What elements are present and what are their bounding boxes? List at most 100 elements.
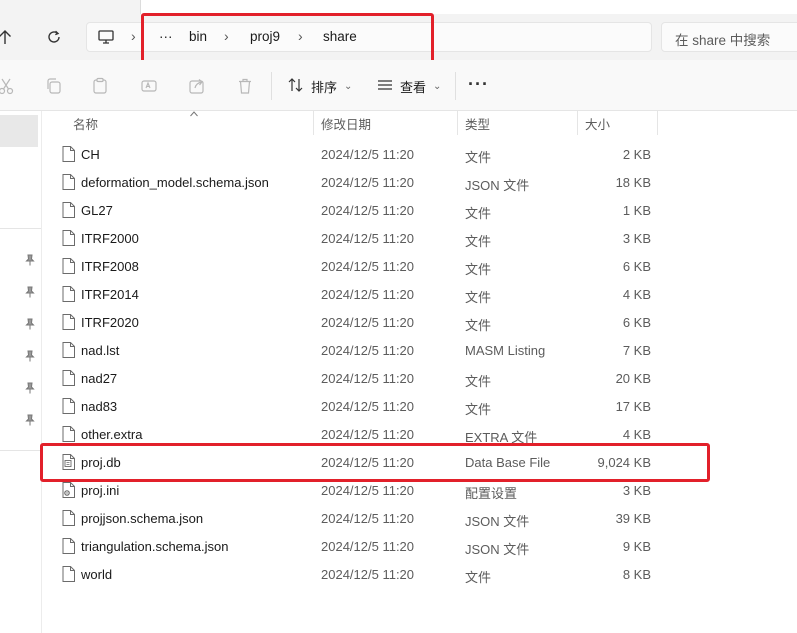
command-toolbar: 排序 ⌄ 查看 ⌄ ··· bbox=[0, 60, 797, 111]
file-name: nad27 bbox=[81, 371, 118, 386]
cut-icon[interactable] bbox=[0, 76, 16, 96]
file-icon bbox=[62, 314, 75, 330]
pin-icon[interactable] bbox=[24, 381, 36, 395]
file-name: ITRF2020 bbox=[81, 315, 139, 330]
breadcrumb-overflow[interactable]: ··· bbox=[159, 29, 173, 44]
chevron-down-icon: ⌄ bbox=[433, 80, 442, 92]
file-modified-date: 2024/12/5 11:20 bbox=[321, 371, 415, 386]
file-row[interactable]: GL27 2024/12/5 11:20 文件 1 KB bbox=[42, 196, 797, 224]
pin-icon[interactable] bbox=[24, 285, 36, 299]
share-icon[interactable] bbox=[187, 76, 207, 96]
delete-icon[interactable] bbox=[235, 76, 255, 96]
file-name: projjson.schema.json bbox=[81, 511, 204, 526]
file-size: 6 KB bbox=[622, 315, 651, 330]
toolbar-divider bbox=[271, 72, 272, 100]
file-row[interactable]: nad27 2024/12/5 11:20 文件 20 KB bbox=[42, 364, 797, 392]
search-input[interactable]: 在 share 中搜索 bbox=[661, 22, 797, 52]
file-name: proj.db bbox=[81, 455, 121, 470]
toolbar-divider bbox=[455, 72, 456, 100]
rename-icon[interactable] bbox=[139, 76, 159, 96]
column-divider[interactable] bbox=[657, 111, 658, 135]
view-button[interactable]: 查看 ⌄ bbox=[377, 76, 441, 96]
file-type: EXTRA 文件 bbox=[465, 430, 538, 445]
file-icon bbox=[62, 398, 75, 414]
pin-icon[interactable] bbox=[24, 253, 36, 267]
file-type: 文件 bbox=[465, 234, 492, 249]
pin-icon[interactable] bbox=[24, 349, 36, 363]
column-header-modified[interactable]: 修改日期 bbox=[321, 114, 371, 133]
breadcrumb-bin[interactable]: bin bbox=[189, 29, 207, 44]
file-type: 文件 bbox=[465, 290, 492, 305]
column-header-size[interactable]: 大小 bbox=[585, 114, 610, 133]
active-tab[interactable] bbox=[140, 0, 797, 14]
file-name: triangulation.schema.json bbox=[81, 539, 229, 554]
file-size: 2 KB bbox=[622, 147, 651, 162]
file-row[interactable]: projjson.schema.json 2024/12/5 11:20 JSON … bbox=[42, 504, 797, 532]
sort-icon bbox=[288, 77, 304, 95]
file-size: 1 KB bbox=[622, 203, 651, 218]
pin-icon[interactable] bbox=[24, 317, 36, 331]
address-bar[interactable]: › ··· bin › proj9 › share bbox=[86, 22, 652, 52]
file-type: JSON 文件 bbox=[465, 178, 530, 193]
file-row[interactable]: proj.ini 2024/12/5 11:20 配置设置 3 KB bbox=[42, 476, 797, 504]
navigation-bar: › ··· bin › proj9 › share 在 share 中搜索 bbox=[0, 14, 797, 60]
file-type: 配置设置 bbox=[465, 486, 518, 501]
file-row[interactable]: CH 2024/12/5 11:20 文件 2 KB bbox=[42, 140, 797, 168]
up-arrow-icon[interactable] bbox=[0, 26, 16, 48]
file-type: MASM Listing bbox=[465, 343, 546, 358]
breadcrumb-proj9[interactable]: proj9 bbox=[250, 29, 280, 44]
column-header-type[interactable]: 类型 bbox=[465, 114, 490, 133]
file-modified-date: 2024/12/5 11:20 bbox=[321, 455, 415, 470]
file-modified-date: 2024/12/5 11:20 bbox=[321, 511, 415, 526]
computer-icon bbox=[95, 26, 117, 48]
file-modified-date: 2024/12/5 11:20 bbox=[321, 315, 415, 330]
paste-icon[interactable] bbox=[90, 76, 110, 96]
file-type: JSON 文件 bbox=[465, 542, 530, 557]
more-options-button[interactable]: ··· bbox=[468, 74, 489, 95]
file-size: 39 KB bbox=[615, 511, 651, 526]
file-row[interactable]: nad83 2024/12/5 11:20 文件 17 KB bbox=[42, 392, 797, 420]
file-name: ITRF2014 bbox=[81, 287, 139, 302]
file-type: JSON 文件 bbox=[465, 514, 530, 529]
column-divider[interactable] bbox=[457, 111, 458, 135]
file-icon bbox=[62, 566, 75, 582]
file-size: 3 KB bbox=[622, 231, 651, 246]
sidebar-divider bbox=[0, 228, 41, 229]
sidebar-divider bbox=[0, 450, 41, 451]
file-name: proj.ini bbox=[81, 483, 120, 498]
file-size: 4 KB bbox=[622, 427, 651, 442]
file-row[interactable]: world 2024/12/5 11:20 文件 8 KB bbox=[42, 560, 797, 588]
file-icon bbox=[62, 538, 75, 554]
sort-ascending-icon bbox=[190, 105, 198, 117]
copy-icon[interactable] bbox=[44, 76, 64, 96]
file-row[interactable]: ITRF2014 2024/12/5 11:20 文件 4 KB bbox=[42, 280, 797, 308]
database-file-icon bbox=[62, 454, 75, 470]
file-size: 9 KB bbox=[622, 539, 651, 554]
sort-button[interactable]: 排序 ⌄ bbox=[288, 76, 352, 96]
file-row[interactable]: ITRF2000 2024/12/5 11:20 文件 3 KB bbox=[42, 224, 797, 252]
file-size: 17 KB bbox=[615, 399, 651, 414]
file-icon bbox=[62, 286, 75, 302]
file-row[interactable]: ITRF2008 2024/12/5 11:20 文件 6 KB bbox=[42, 252, 797, 280]
column-header-name[interactable]: 名称 bbox=[73, 114, 98, 133]
column-divider[interactable] bbox=[577, 111, 578, 135]
file-type: 文件 bbox=[465, 206, 492, 221]
refresh-icon[interactable] bbox=[43, 26, 65, 48]
file-row[interactable]: ITRF2020 2024/12/5 11:20 文件 6 KB bbox=[42, 308, 797, 336]
file-row[interactable]: triangulation.schema.json 2024/12/5 11:20… bbox=[42, 532, 797, 560]
file-row[interactable]: deformation_model.schema.json 2024/12/5 1… bbox=[42, 168, 797, 196]
file-row[interactable]: proj.db 2024/12/5 11:20 Data Base File 9,02… bbox=[42, 448, 797, 476]
file-type: 文件 bbox=[465, 402, 492, 417]
sidebar-item-selected[interactable] bbox=[0, 115, 38, 147]
breadcrumb-share[interactable]: share bbox=[323, 29, 357, 44]
file-modified-date: 2024/12/5 11:20 bbox=[321, 399, 415, 414]
file-modified-date: 2024/12/5 11:20 bbox=[321, 539, 415, 554]
file-row[interactable]: nad.lst 2024/12/5 11:20 MASM Listing 7 KB bbox=[42, 336, 797, 364]
column-divider[interactable] bbox=[313, 111, 314, 135]
view-label: 查看 bbox=[400, 79, 427, 95]
pin-icon[interactable] bbox=[24, 413, 36, 427]
file-row[interactable]: other.extra 2024/12/5 11:20 EXTRA 文件 4 KB bbox=[42, 420, 797, 448]
file-name: nad.lst bbox=[81, 343, 120, 358]
file-type: 文件 bbox=[465, 570, 492, 585]
title-strip bbox=[0, 0, 797, 14]
